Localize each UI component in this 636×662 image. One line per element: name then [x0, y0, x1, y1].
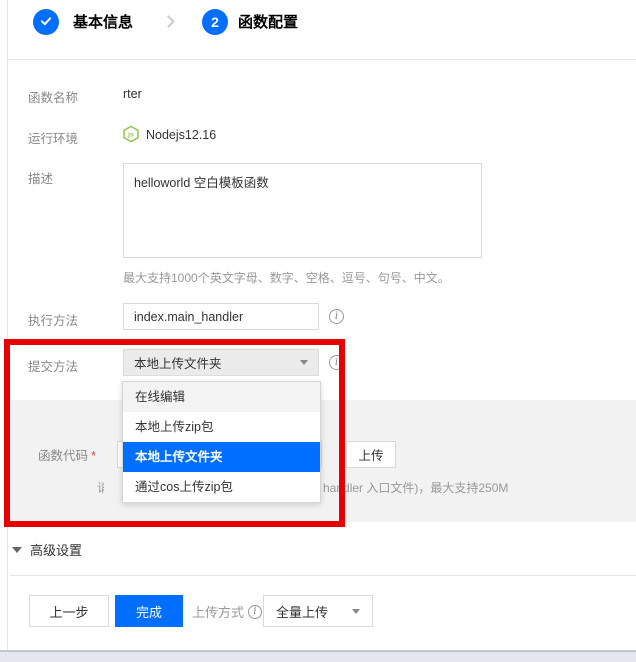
page-background-strip [0, 652, 636, 662]
step2-number-circle: 2 [202, 9, 228, 35]
upload-button[interactable]: 上传 [346, 441, 396, 468]
code-help-fragment-right: handler 入口文件)，最大支持250M [323, 479, 508, 496]
code-help-fragment-left: 请 [97, 479, 104, 496]
function-name-label: 函数名称 [28, 87, 78, 106]
required-asterisk: * [91, 449, 96, 463]
footer-divider [10, 575, 636, 576]
runtime-label: 运行环境 [28, 128, 78, 147]
submit-method-label: 提交方法 [28, 356, 78, 375]
svg-text:js: js [127, 132, 134, 139]
dropdown-option-online-edit[interactable]: 在线编辑 [123, 382, 320, 412]
upload-mode-select[interactable]: 全量上传 [263, 595, 373, 627]
dropdown-option-upload-folder[interactable]: 本地上传文件夹 [123, 442, 320, 472]
runtime-value: Nodejs12.16 [146, 128, 216, 142]
triangle-down-icon [12, 547, 22, 553]
function-code-panel [10, 400, 636, 522]
description-label: 描述 [28, 168, 53, 187]
caret-down-icon [352, 609, 360, 614]
submit-method-info-icon[interactable]: i [329, 355, 344, 370]
description-help: 最大支持1000个英文字母、数字、空格、逗号、句号、中文。 [123, 269, 450, 286]
submit-method-value: 本地上传文件夹 [134, 353, 222, 372]
advanced-settings-label: 高级设置 [30, 540, 82, 559]
prev-step-button[interactable]: 上一步 [29, 595, 109, 627]
upload-mode-value: 全量上传 [276, 602, 328, 621]
description-textarea[interactable]: helloworld 空白模板函数 [123, 163, 482, 258]
upload-mode-label: 上传方式 i [192, 602, 262, 621]
advanced-settings-toggle[interactable]: 高级设置 [12, 540, 82, 559]
nodejs-icon: js [122, 125, 140, 148]
check-icon [39, 14, 53, 31]
step1-label[interactable]: 基本信息 [73, 13, 133, 33]
content-panel [7, 0, 636, 650]
upload-mode-info-icon[interactable]: i [248, 605, 262, 619]
handler-info-icon[interactable]: i [329, 309, 344, 324]
dropdown-option-cos-zip[interactable]: 通过cos上传zip包 [123, 472, 320, 502]
header-divider [8, 59, 636, 60]
submit-method-dropdown-menu: 在线编辑 本地上传zip包 本地上传文件夹 通过cos上传zip包 [122, 381, 321, 503]
step2-number: 2 [211, 14, 219, 30]
step2-label: 函数配置 [238, 13, 298, 33]
submit-method-select[interactable]: 本地上传文件夹 [123, 349, 319, 376]
caret-down-icon [300, 360, 308, 365]
handler-label: 执行方法 [28, 310, 78, 329]
handler-input[interactable] [123, 303, 319, 330]
function-code-label: 函数代码* [38, 445, 96, 464]
finish-button[interactable]: 完成 [115, 595, 183, 627]
function-name-value: rter [123, 87, 142, 101]
dropdown-option-upload-zip[interactable]: 本地上传zip包 [123, 412, 320, 442]
step1-done-circle[interactable] [33, 9, 59, 35]
